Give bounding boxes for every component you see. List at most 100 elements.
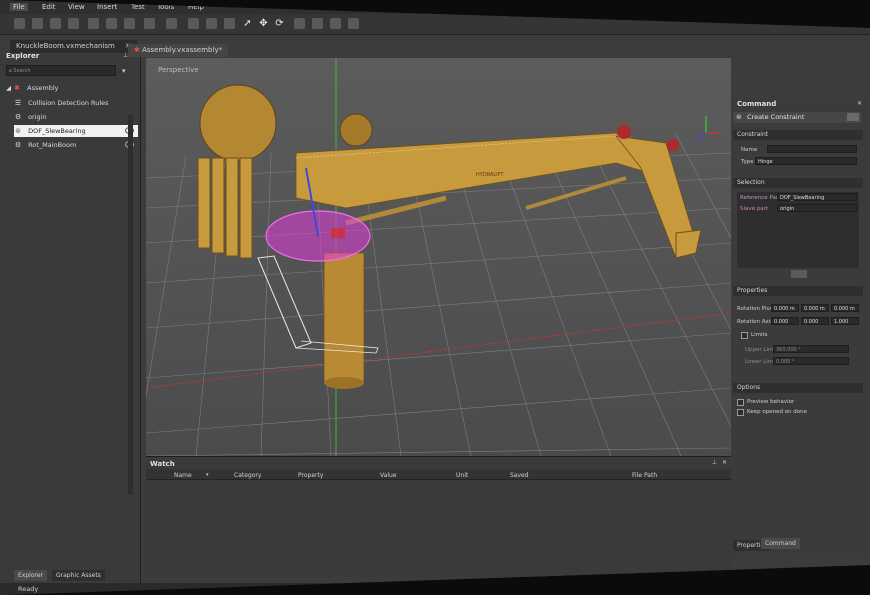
section-options-label: Options bbox=[737, 384, 761, 391]
tree-item-dof-slewbearing[interactable]: ⊛ DOF_SlewBearing bbox=[14, 125, 138, 137]
section-constraint[interactable]: Constraint bbox=[733, 130, 863, 140]
save-icon[interactable] bbox=[50, 18, 61, 29]
tab-explorer[interactable]: Explorer bbox=[14, 570, 47, 581]
tree-item-collision-rules[interactable]: ☰ Collision Detection Rules bbox=[14, 97, 132, 109]
3d-viewport[interactable]: Perspective HYDRALIFT bbox=[146, 58, 731, 456]
menu-view[interactable]: View bbox=[68, 3, 85, 11]
select-cursor-icon[interactable]: ➚ bbox=[242, 18, 253, 29]
column-unit[interactable]: Unit bbox=[456, 472, 468, 479]
tree-item-rot-mainboom[interactable]: ⚙ Rot_MainBoom bbox=[14, 139, 138, 151]
application-window: File Edit View Insert Test Tools Help ➚ … bbox=[0, 0, 870, 595]
pivot-y-field[interactable]: 0.000 m bbox=[801, 304, 829, 312]
tree-item-label: Collision Detection Rules bbox=[28, 99, 109, 107]
close-panel-icon[interactable]: ✕ bbox=[857, 100, 862, 107]
tab-assembly[interactable]: ✱ Assembly.vxassembly* bbox=[128, 44, 229, 57]
new-file-icon[interactable] bbox=[14, 18, 25, 29]
settings-icon[interactable] bbox=[312, 18, 323, 29]
close-panel-icon[interactable]: ✕ bbox=[722, 459, 727, 466]
menu-help[interactable]: Help bbox=[188, 3, 204, 11]
ok-button[interactable] bbox=[847, 113, 859, 121]
preview-behavior-label: Preview behavior bbox=[747, 399, 795, 405]
swap-parts-button[interactable] bbox=[791, 270, 807, 278]
run-icon[interactable] bbox=[188, 18, 199, 29]
scale-icon[interactable] bbox=[294, 18, 305, 29]
search-options-icon[interactable]: ▾ bbox=[122, 67, 126, 75]
move-icon[interactable]: ✥ bbox=[258, 18, 269, 29]
tree-root-assembly[interactable]: ◢ ✱ Assembly bbox=[6, 82, 59, 94]
tree-item-label: DOF_SlewBearing bbox=[28, 127, 86, 135]
name-field[interactable] bbox=[767, 145, 857, 153]
view-icon[interactable] bbox=[348, 18, 359, 29]
rotate-icon[interactable]: ⟳ bbox=[274, 18, 285, 29]
open-folder-icon[interactable] bbox=[32, 18, 43, 29]
explorer-search-input[interactable]: ⌕ Search bbox=[6, 65, 116, 76]
lower-limit-value: 0.000 ° bbox=[776, 359, 795, 365]
menu-edit[interactable]: Edit bbox=[42, 3, 56, 11]
pivot-x-field[interactable]: 0.000 m bbox=[771, 304, 799, 312]
redo-icon[interactable] bbox=[166, 18, 177, 29]
column-saved[interactable]: Saved bbox=[510, 472, 529, 479]
column-file-path[interactable]: File Path bbox=[632, 472, 657, 479]
tree-item-origin[interactable]: ⚙ origin bbox=[14, 111, 132, 123]
preview-behavior-checkbox[interactable] bbox=[737, 399, 744, 406]
menu-file[interactable]: File bbox=[10, 3, 28, 11]
explorer-scrollbar[interactable] bbox=[128, 115, 133, 495]
expand-arrow-icon[interactable]: ◢ bbox=[6, 84, 11, 92]
section-selection-label: Selection bbox=[737, 179, 765, 186]
boom-brand-text: HYDRALIFT bbox=[476, 172, 504, 178]
search-icon: ⌕ bbox=[9, 68, 12, 74]
rules-icon: ☰ bbox=[14, 99, 22, 107]
column-value[interactable]: Value bbox=[380, 472, 396, 479]
slave-part-field[interactable]: origin bbox=[777, 204, 857, 212]
gear-icon: ⚙ bbox=[14, 141, 22, 149]
menu-insert[interactable]: Insert bbox=[97, 3, 117, 11]
axis-y-field[interactable]: 0.000 bbox=[801, 317, 829, 325]
jib-tip bbox=[675, 229, 702, 259]
explorer-panel: Explorer ⊥ ✕ ⌕ Search ▾ ◢ ✱ Assembly ☰ C… bbox=[0, 52, 141, 585]
reference-part-value: DOF_SlewBearing bbox=[780, 195, 825, 201]
column-property[interactable]: Property bbox=[298, 472, 323, 479]
reference-part-field[interactable]: DOF_SlewBearing bbox=[777, 193, 857, 201]
section-options[interactable]: Options bbox=[733, 383, 863, 393]
section-properties[interactable]: Properties bbox=[733, 286, 863, 296]
selection-list: Reference Part DOF_SlewBearing Slave par… bbox=[737, 192, 859, 268]
rotation-axis-label: Rotation Axis bbox=[737, 319, 774, 325]
axis-x-field[interactable]: 0.000 bbox=[771, 317, 799, 325]
pin-icon[interactable]: ⊥ bbox=[712, 459, 717, 466]
save-all-icon[interactable] bbox=[68, 18, 79, 29]
snap-icon[interactable] bbox=[330, 18, 341, 29]
command-panel: Command ✕ ⊛ Create Constraint Constraint… bbox=[731, 98, 870, 558]
axis-y-value: 0.000 bbox=[804, 319, 819, 325]
copy-icon[interactable] bbox=[106, 18, 117, 29]
pivot-z-value: 0.000 m bbox=[834, 306, 855, 312]
command-header: ⊛ Create Constraint bbox=[733, 112, 861, 123]
upper-limit-field[interactable]: 360.000 ° bbox=[773, 345, 849, 353]
column-name[interactable]: Name bbox=[174, 472, 192, 479]
section-selection[interactable]: Selection bbox=[733, 178, 863, 188]
projection-label[interactable]: Perspective bbox=[158, 66, 199, 74]
assembly-tab-icon: ✱ bbox=[134, 46, 143, 54]
undo-icon[interactable] bbox=[144, 18, 155, 29]
menu-test[interactable]: Test bbox=[131, 3, 145, 11]
stop-icon[interactable] bbox=[206, 18, 217, 29]
axis-z-field[interactable]: 1.000 bbox=[831, 317, 859, 325]
limits-checkbox[interactable] bbox=[741, 332, 748, 339]
column-category[interactable]: Category bbox=[234, 472, 261, 479]
search-placeholder: Search bbox=[13, 68, 31, 74]
tab-graphic-assets[interactable]: Graphic Assets bbox=[52, 570, 105, 581]
menu-tools[interactable]: Tools bbox=[157, 3, 174, 11]
winch-drum-small bbox=[339, 113, 373, 147]
type-select[interactable]: Hinge bbox=[755, 157, 857, 165]
axis-x-value: 0.000 bbox=[774, 319, 789, 325]
cut-icon[interactable] bbox=[88, 18, 99, 29]
status-bar: Ready bbox=[0, 583, 870, 595]
pivot-z-field[interactable]: 0.000 m bbox=[831, 304, 859, 312]
keep-opened-checkbox[interactable] bbox=[737, 409, 744, 416]
sort-arrow-icon[interactable]: ▾ bbox=[206, 472, 209, 478]
tab-command[interactable]: Command bbox=[761, 538, 800, 549]
pivot-x-value: 0.000 m bbox=[774, 306, 795, 312]
cylinder-1 bbox=[197, 157, 211, 249]
paste-icon[interactable] bbox=[124, 18, 135, 29]
lower-limit-field[interactable]: 0.000 ° bbox=[773, 357, 849, 365]
step-icon[interactable] bbox=[224, 18, 235, 29]
